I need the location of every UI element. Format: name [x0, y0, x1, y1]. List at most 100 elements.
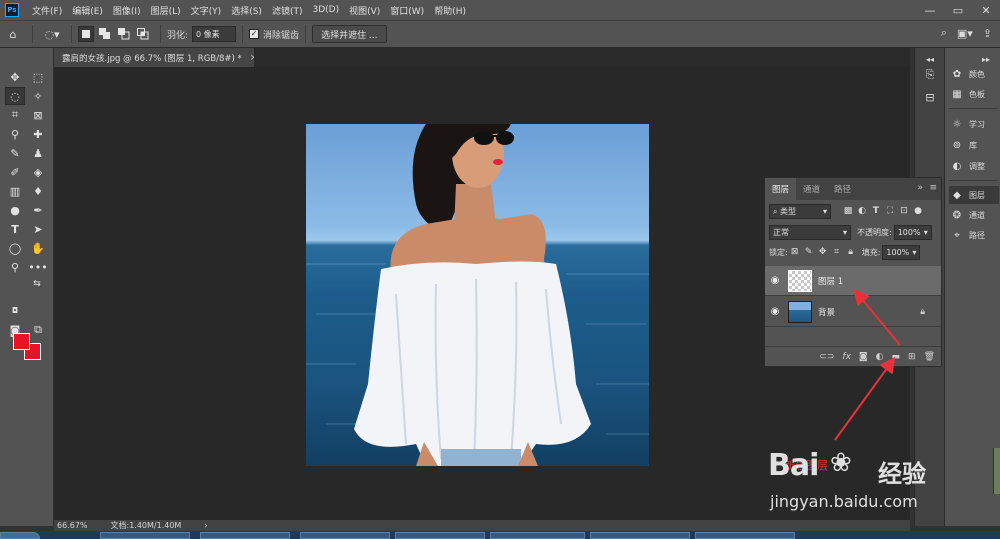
taskbar-item[interactable]	[100, 532, 190, 539]
panel-adjustments[interactable]: ◐ 调整	[949, 157, 999, 175]
taskbar-item[interactable]	[395, 532, 485, 539]
panel-paths[interactable]: ⌖ 路径	[949, 226, 999, 244]
menu-help[interactable]: 帮助(H)	[429, 4, 471, 17]
menu-edit[interactable]: 编辑(E)	[67, 4, 108, 17]
menu-image[interactable]: 图像(I)	[108, 4, 146, 17]
magic-wand-tool-icon[interactable]: ✧	[28, 87, 48, 105]
panel-color[interactable]: ✿ 颜色	[949, 65, 999, 83]
move-tool-icon[interactable]: ✥	[5, 68, 25, 86]
swap-colors-icon[interactable]: ⇆	[31, 278, 43, 290]
foreground-color-swatch[interactable]	[13, 333, 30, 350]
menu-type[interactable]: 文字(Y)	[186, 4, 227, 17]
delete-layer-icon[interactable]: 🗑︎	[924, 352, 935, 362]
tab-channels[interactable]: 通道	[796, 178, 827, 200]
pen-tool-icon[interactable]: ✒	[28, 201, 48, 219]
menu-view[interactable]: 视图(V)	[344, 4, 385, 17]
layer-row-background[interactable]: ◉ 背景 🔒︎	[765, 297, 941, 327]
properties-panel-icon[interactable]: ⊟	[919, 88, 941, 106]
menu-select[interactable]: 选择(S)	[226, 4, 267, 17]
filter-smart-object-icon[interactable]: ⊡	[897, 206, 911, 216]
link-layers-icon[interactable]: ⊂⊃	[819, 352, 834, 362]
history-brush-tool-icon[interactable]: ✐	[5, 163, 25, 181]
history-panel-icon[interactable]: ⎘	[919, 66, 941, 84]
type-tool-icon[interactable]: T	[5, 220, 25, 238]
dodge-tool-icon[interactable]: ●	[5, 201, 25, 219]
frame-tool-icon[interactable]: ⊠	[28, 106, 48, 124]
menu-file[interactable]: 文件(F)	[27, 4, 67, 17]
search-icon[interactable]: ⌕	[941, 26, 947, 40]
hand-tool-icon[interactable]: ✋	[28, 239, 48, 257]
restore-button[interactable]: ▭	[944, 0, 972, 20]
home-icon[interactable]: ⌂	[0, 28, 26, 41]
workspace-icon[interactable]: ▣▾	[957, 26, 973, 40]
panel-swatches[interactable]: ▦ 色板	[949, 85, 999, 103]
close-button[interactable]: ✕	[972, 0, 1000, 20]
zoom-level[interactable]: 66.67%	[54, 521, 88, 530]
panel-collapse-icon[interactable]: »	[917, 183, 923, 193]
filter-toggle-icon[interactable]: ●	[911, 206, 925, 216]
minimize-button[interactable]: —	[916, 0, 944, 20]
document-tab[interactable]: 露肩的女孩.jpg @ 66.7% (图层 1, RGB/8#) * ×	[54, 48, 254, 67]
menu-window[interactable]: 窗口(W)	[385, 4, 429, 17]
eraser-tool-icon[interactable]: ◈	[28, 163, 48, 181]
subtract-selection-button[interactable]	[116, 26, 132, 42]
taskbar-item[interactable]	[200, 532, 290, 539]
eye-icon[interactable]: ◉	[765, 306, 785, 317]
feather-input[interactable]: 0 像素	[192, 26, 237, 42]
layer-style-icon[interactable]: fx	[842, 352, 851, 362]
menu-layer[interactable]: 图层(L)	[146, 4, 186, 17]
blur-tool-icon[interactable]: ♦	[28, 182, 48, 200]
adjustment-layer-icon[interactable]: ◐	[876, 352, 884, 362]
fill-input[interactable]: 100% ▾	[882, 244, 921, 260]
layer-name[interactable]: 背景	[818, 306, 835, 318]
gradient-tool-icon[interactable]: ▥	[5, 182, 25, 200]
taskbar-item[interactable]	[300, 532, 390, 539]
start-button[interactable]	[0, 532, 40, 539]
intersect-selection-button[interactable]	[135, 26, 151, 42]
menu-3d[interactable]: 3D(D)	[307, 5, 344, 15]
screen-mode-icon[interactable]: ⧉	[28, 321, 48, 339]
tab-paths[interactable]: 路径	[827, 178, 858, 200]
lock-all-icon[interactable]: 🔒︎	[844, 247, 858, 257]
filter-pixel-icon[interactable]: ▩	[841, 206, 855, 216]
lock-position-icon[interactable]: ✥	[816, 247, 830, 257]
crop-tool-icon[interactable]: ⌗	[5, 106, 25, 124]
panel-layers[interactable]: ◆ 图层	[949, 186, 999, 204]
clone-stamp-tool-icon[interactable]: ♟	[28, 144, 48, 162]
add-mask-icon[interactable]: ◙	[859, 352, 868, 362]
status-arrow-icon[interactable]: ›	[201, 521, 207, 530]
new-selection-button[interactable]	[78, 26, 94, 42]
blend-mode-select[interactable]: 正常 ▾	[769, 224, 851, 240]
lock-artboard-icon[interactable]: ⌗	[830, 247, 844, 257]
lock-image-icon[interactable]: ✎	[802, 247, 816, 257]
tab-layers[interactable]: 图层	[765, 178, 797, 200]
eyedropper-tool-icon[interactable]: ⚲	[5, 125, 25, 143]
menu-filter[interactable]: 滤镜(T)	[267, 4, 308, 17]
path-selection-tool-icon[interactable]: ➤	[28, 220, 48, 238]
healing-brush-tool-icon[interactable]: ✚	[28, 125, 48, 143]
panel-menu-icon[interactable]: ≡	[929, 183, 937, 193]
share-icon[interactable]: ⇪	[983, 26, 992, 40]
taskbar-item[interactable]	[590, 532, 690, 539]
layer-filter-select[interactable]: ⌕ 类型 ▾	[769, 203, 831, 219]
antialias-checkbox[interactable]: ✓	[249, 29, 260, 39]
filter-shape-icon[interactable]: ⛶	[883, 206, 897, 216]
marquee-tool-icon[interactable]: ⬚	[28, 68, 48, 86]
panel-library[interactable]: ⊚ 库	[949, 136, 999, 154]
close-tab-icon[interactable]: ×	[250, 53, 254, 63]
taskbar-item[interactable]	[695, 532, 795, 539]
select-and-mask-button[interactable]: 选择并遮住 ...	[312, 25, 387, 43]
new-group-icon[interactable]: ▬	[892, 352, 901, 362]
eye-icon[interactable]: ◉	[765, 275, 785, 286]
ellipse-tool-icon[interactable]: ◯	[5, 239, 25, 257]
more-tools-icon[interactable]: •••	[28, 258, 48, 276]
panel-channels[interactable]: ❂ 通道	[949, 206, 999, 224]
filter-adjustment-icon[interactable]: ◐	[855, 206, 869, 216]
new-layer-icon[interactable]: ⊞	[908, 352, 916, 362]
brush-tool-icon[interactable]: ✎	[5, 144, 25, 162]
zoom-tool-icon[interactable]: ⚲	[5, 258, 25, 276]
layer-row-layer1[interactable]: ◉ 图层 1	[765, 266, 941, 296]
lasso-preset-icon[interactable]: ◌▾	[39, 28, 65, 41]
opacity-input[interactable]: 100% ▾	[893, 224, 932, 240]
filter-type-icon[interactable]: T	[869, 206, 883, 216]
